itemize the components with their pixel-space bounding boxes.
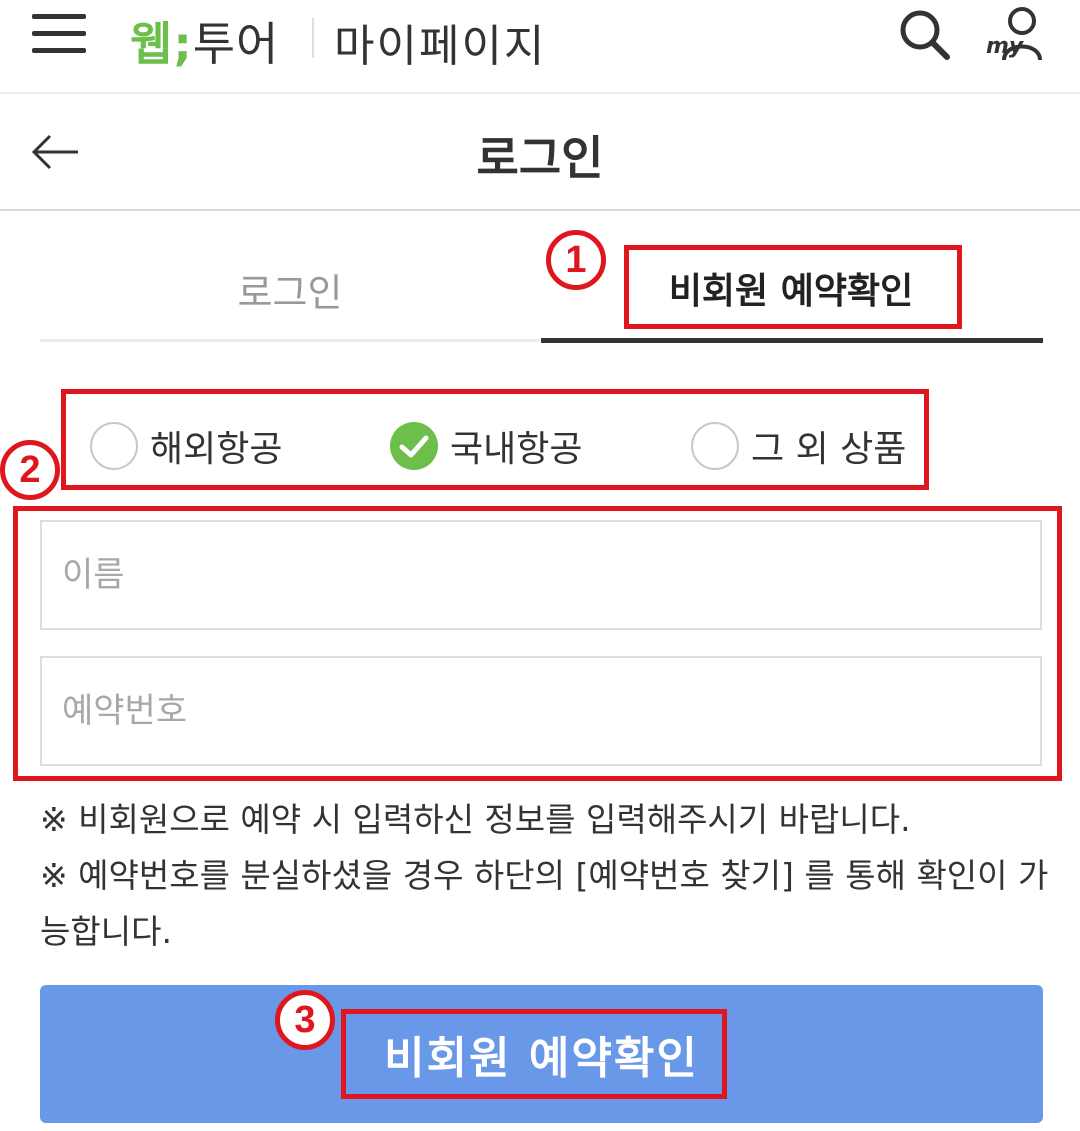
tab-active-underline bbox=[541, 338, 1043, 343]
tab-underline bbox=[40, 339, 540, 342]
logo-separator: ; bbox=[173, 17, 193, 71]
logo-web: 웹 bbox=[130, 17, 174, 71]
my-label: my bbox=[986, 34, 1024, 59]
annotation-badge-3: 3 bbox=[275, 990, 335, 1050]
annotation-box-2a bbox=[61, 389, 929, 490]
annotation-badge-1: 1 bbox=[546, 230, 606, 290]
header-divider bbox=[0, 209, 1080, 211]
page-title: 로그인 bbox=[476, 131, 604, 185]
notice-text: ※ 예약번호를 분실하셨을 경우 하단의 [예약번호 찾기] 를 통해 확인이 … bbox=[40, 856, 1049, 951]
menu-icon[interactable] bbox=[32, 14, 86, 54]
annotation-box-3 bbox=[341, 1009, 727, 1099]
tab-login[interactable]: 로그인 bbox=[40, 262, 540, 317]
logo-tour: 투어 bbox=[192, 17, 280, 71]
my-account-icon[interactable]: my bbox=[984, 4, 1046, 64]
notice-text: ※ 비회원으로 예약 시 입력하신 정보를 입력해주시기 바랍니다. bbox=[40, 800, 911, 839]
search-icon[interactable] bbox=[896, 6, 952, 62]
divider bbox=[312, 18, 314, 58]
annotation-box-1 bbox=[624, 245, 962, 329]
annotation-badge-2: 2 bbox=[0, 440, 60, 500]
section-title: 마이페이지 bbox=[334, 21, 547, 72]
annotation-box-2b bbox=[13, 506, 1062, 781]
logo[interactable]: 웹;투어 bbox=[130, 8, 279, 74]
